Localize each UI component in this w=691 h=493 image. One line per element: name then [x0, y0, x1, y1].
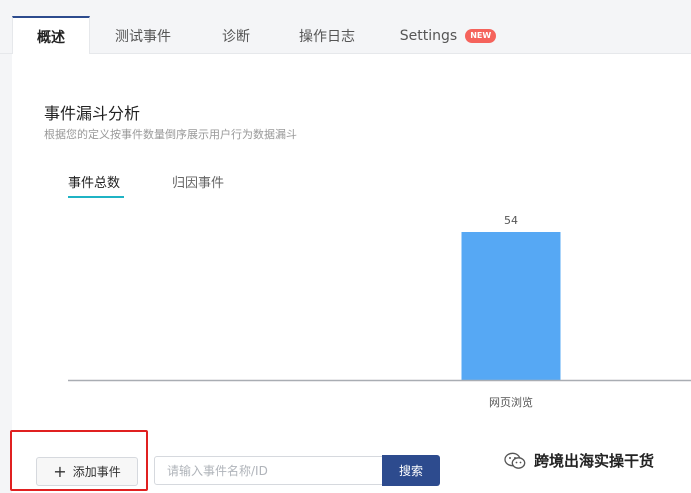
tab-label: 操作日志 [299, 29, 355, 45]
add-event-label: 添加事件 [72, 465, 121, 479]
funnel-chart: 54 网页浏览 [68, 214, 691, 409]
tab-label: 诊断 [222, 29, 250, 45]
tab-diagnosis[interactable]: 诊断 [208, 18, 264, 54]
watermark-text: 跨境出海实操干货 [534, 452, 655, 470]
tab-test-events[interactable]: 测试事件 [102, 18, 184, 54]
search-input[interactable] [154, 456, 383, 485]
tab-overview[interactable]: 概述 [12, 16, 90, 55]
tab-settings[interactable]: Settings NEW [398, 18, 498, 54]
subtab-active-indicator [68, 196, 124, 198]
data-label-0: 54 [504, 214, 518, 227]
add-event-button[interactable]: + 添加事件 [36, 457, 138, 486]
search-button[interactable]: 搜索 [382, 455, 440, 486]
tab-label: 概述 [37, 29, 65, 46]
page-subtitle: 根据您的定义按事件数量倒序展示用户行为数据漏斗 [44, 128, 297, 141]
subtab-attribution-events[interactable]: 归因事件 [172, 172, 224, 191]
page-title: 事件漏斗分析 [44, 104, 141, 123]
bar-0 [461, 232, 561, 380]
tab-operation-log[interactable]: 操作日志 [290, 18, 364, 54]
subtab-total-events[interactable]: 事件总数 [68, 172, 120, 191]
watermark: 跨境出海实操干货 [504, 450, 654, 471]
tab-label: Settings [399, 28, 458, 44]
category-label-0: 网页浏览 [489, 395, 533, 409]
plus-icon: + [53, 461, 67, 481]
wechat-icon [504, 452, 526, 469]
new-badge: NEW [465, 29, 497, 43]
tab-bar: 概述 测试事件 诊断 操作日志 Settings NEW [0, 0, 691, 55]
tab-label: 测试事件 [115, 29, 171, 45]
